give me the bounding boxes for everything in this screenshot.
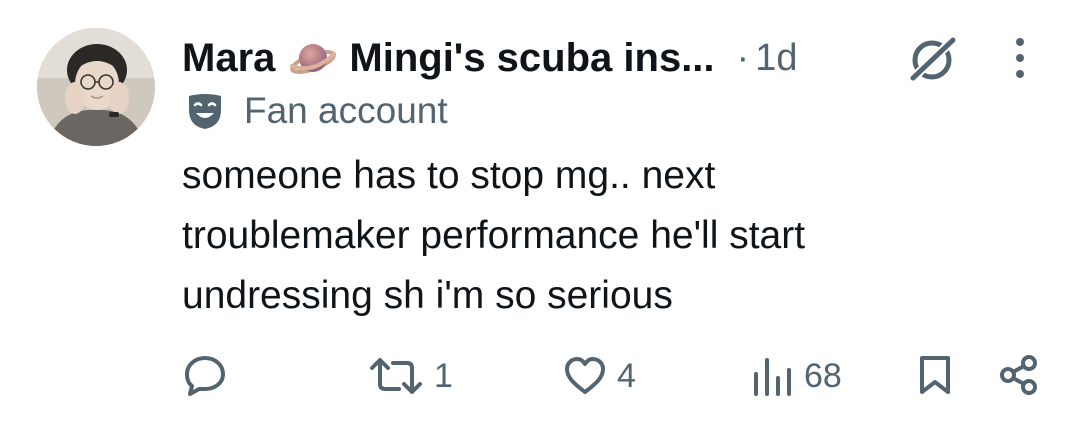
account-label[interactable]: Fan account (186, 90, 448, 132)
tweet-header: Mara Mingi's scuba ins... · 1d (182, 30, 797, 86)
like-button[interactable]: 4 (563, 356, 636, 396)
tweet-text-line: troublemaker performance he'll start (182, 214, 806, 257)
reply-button[interactable] (183, 354, 237, 396)
tweet-text: someone has to stop mg.. next troublemak… (182, 146, 1042, 326)
avatar[interactable] (37, 28, 155, 146)
repost-button[interactable]: 1 (368, 356, 453, 396)
action-bar: 1 4 68 (0, 352, 1080, 402)
bookmark-icon (918, 354, 952, 396)
tweet-text-line: undressing sh i'm so serious (182, 274, 673, 317)
timestamp[interactable]: 1d (755, 37, 797, 80)
like-count: 4 (617, 356, 636, 395)
share-icon (998, 354, 1040, 396)
bookmark-button[interactable] (918, 354, 952, 396)
display-name[interactable]: Mara (182, 36, 275, 81)
bar-chart-icon (750, 356, 794, 396)
theater-mask-icon (186, 92, 224, 130)
tweet-text-line: someone has to stop mg.. next (182, 154, 716, 197)
grok-icon[interactable] (905, 34, 959, 84)
views-button[interactable]: 68 (750, 356, 842, 396)
account-label-text: Fan account (244, 90, 448, 131)
more-options-icon[interactable] (1008, 36, 1032, 80)
views-count: 68 (804, 356, 842, 395)
repost-arrows-icon (368, 356, 424, 396)
separator-dot: · (736, 36, 750, 79)
display-name-suffix[interactable]: Mingi's scuba ins... (349, 36, 714, 81)
share-button[interactable] (998, 354, 1040, 396)
tweet-card[interactable]: Mara Mingi's scuba ins... · 1d Fan accou… (0, 0, 1080, 423)
speech-bubble-icon (183, 354, 227, 396)
repost-count: 1 (434, 356, 453, 395)
heart-icon (563, 356, 607, 396)
ringed-planet-icon (289, 38, 337, 78)
